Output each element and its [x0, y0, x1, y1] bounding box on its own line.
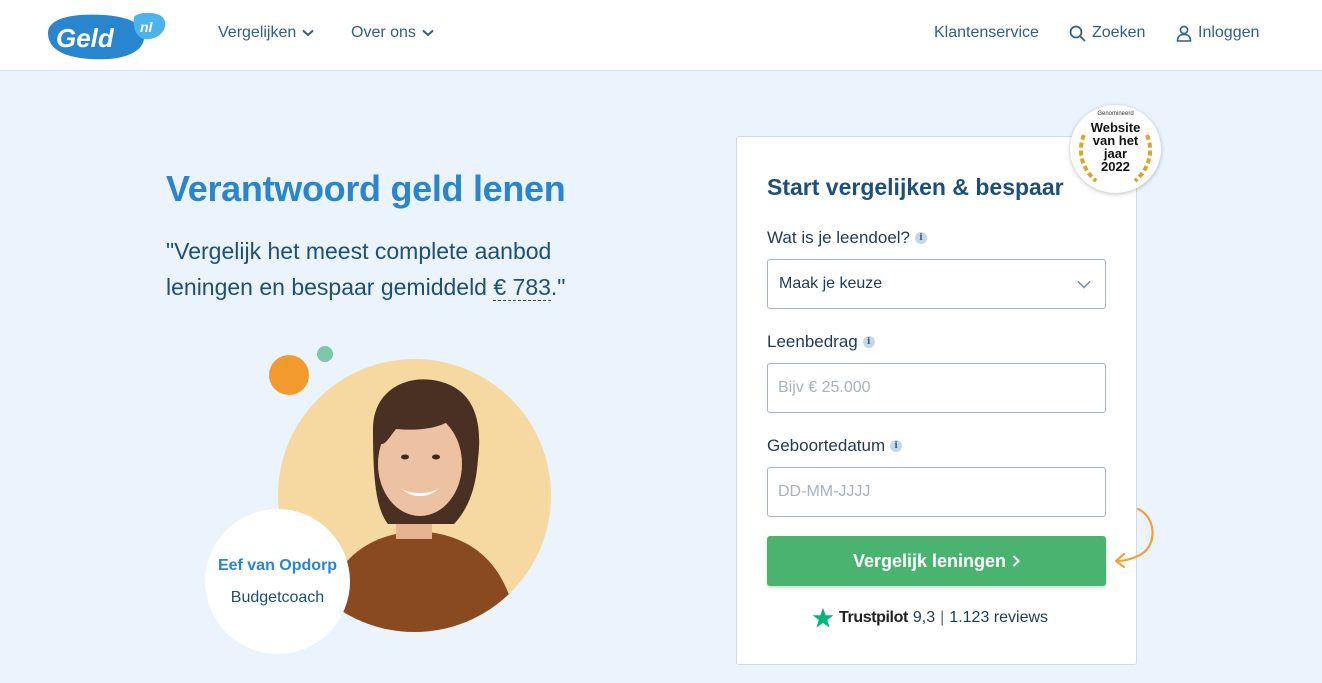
decorative-orange-dot — [269, 355, 309, 395]
chevron-right-icon — [1012, 555, 1020, 567]
leendoel-label: Wat is je leendoel? i — [767, 228, 928, 248]
trustpilot-separator: | — [940, 609, 945, 626]
loan-comparison-form: Start vergelijken & bespaar Wat is je le… — [736, 136, 1137, 665]
geboortedatum-input[interactable] — [767, 467, 1106, 517]
vergelijk-leningen-button[interactable]: Vergelijk leningen — [767, 536, 1106, 586]
geboortedatum-label: Geboortedatum i — [767, 436, 903, 456]
trustpilot-star-icon — [812, 607, 834, 628]
svg-text:nl: nl — [140, 19, 154, 35]
nav-inloggen-label: Inloggen — [1198, 24, 1260, 41]
decorative-green-dot — [317, 346, 333, 362]
badge-text: Website van het jaar 2022 — [1090, 120, 1141, 174]
svg-text:Geld: Geld — [56, 23, 115, 53]
leenbedrag-label: Leenbedrag i — [767, 332, 875, 352]
chevron-down-icon — [422, 29, 434, 37]
site-header: Geld nl Vergelijken Over ons Klantenserv… — [0, 0, 1322, 71]
savings-amount[interactable]: € 783 — [493, 274, 551, 301]
submit-label: Vergelijk leningen — [852, 550, 1007, 571]
coach-name: Eef van Opdorp — [217, 557, 338, 574]
leendoel-selected-value: Maak je keuze — [779, 275, 883, 292]
leendoel-select[interactable]: Maak je keuze — [767, 259, 1106, 309]
info-icon[interactable]: i — [915, 232, 928, 244]
website-van-het-jaar-badge: Genomineerd Website van het jaar 2022 — [1070, 105, 1161, 193]
nav-vergelijken[interactable]: Vergelijken — [218, 24, 314, 42]
nav-klantenservice[interactable]: Klantenservice — [934, 24, 1039, 42]
hero-quote-end: ." — [550, 274, 566, 300]
nav-zoeken-label: Zoeken — [1092, 24, 1146, 41]
nav-inloggen[interactable]: Inloggen — [1176, 24, 1259, 42]
chevron-down-icon — [1077, 280, 1091, 289]
geboortedatum-label-text: Geboortedatum — [767, 436, 886, 455]
hero-quote: "Vergelijk het meest complete aanbod len… — [166, 233, 636, 305]
nav-zoeken[interactable]: Zoeken — [1069, 24, 1145, 42]
leendoel-label-text: Wat is je leendoel? — [767, 228, 911, 247]
coach-name-card: Eef van Opdorp Budgetcoach — [205, 509, 350, 654]
nav-over-ons-label: Over ons — [351, 24, 416, 41]
info-icon[interactable]: i — [890, 440, 903, 452]
leenbedrag-label-text: Leenbedrag — [767, 332, 858, 351]
trustpilot-brand: Trustpilot — [839, 609, 908, 626]
page-title: Verantwoord geld lenen — [166, 168, 566, 209]
form-title: Start vergelijken & bespaar — [767, 174, 1064, 200]
trustpilot-score: 9,3 — [912, 609, 936, 626]
trustpilot-rating[interactable]: Trustpilot 9,3 | 1.123 reviews — [812, 607, 1048, 629]
curved-arrow-icon — [1114, 507, 1154, 569]
geld-nl-logo[interactable]: Geld nl — [42, 11, 168, 61]
chevron-down-icon — [302, 29, 314, 37]
search-icon — [1069, 25, 1086, 42]
logo-icon: Geld nl — [48, 12, 166, 60]
nav-vergelijken-label: Vergelijken — [218, 24, 297, 41]
user-icon — [1176, 25, 1192, 42]
nav-klantenservice-label: Klantenservice — [934, 24, 1039, 41]
badge-small-text: Genomineerd — [1097, 111, 1134, 117]
nav-over-ons[interactable]: Over ons — [351, 24, 434, 42]
trustpilot-reviews: 1.123 reviews — [949, 609, 1049, 626]
coach-role: Budgetcoach — [230, 589, 325, 606]
leenbedrag-input[interactable] — [767, 363, 1106, 413]
info-icon[interactable]: i — [862, 336, 875, 348]
